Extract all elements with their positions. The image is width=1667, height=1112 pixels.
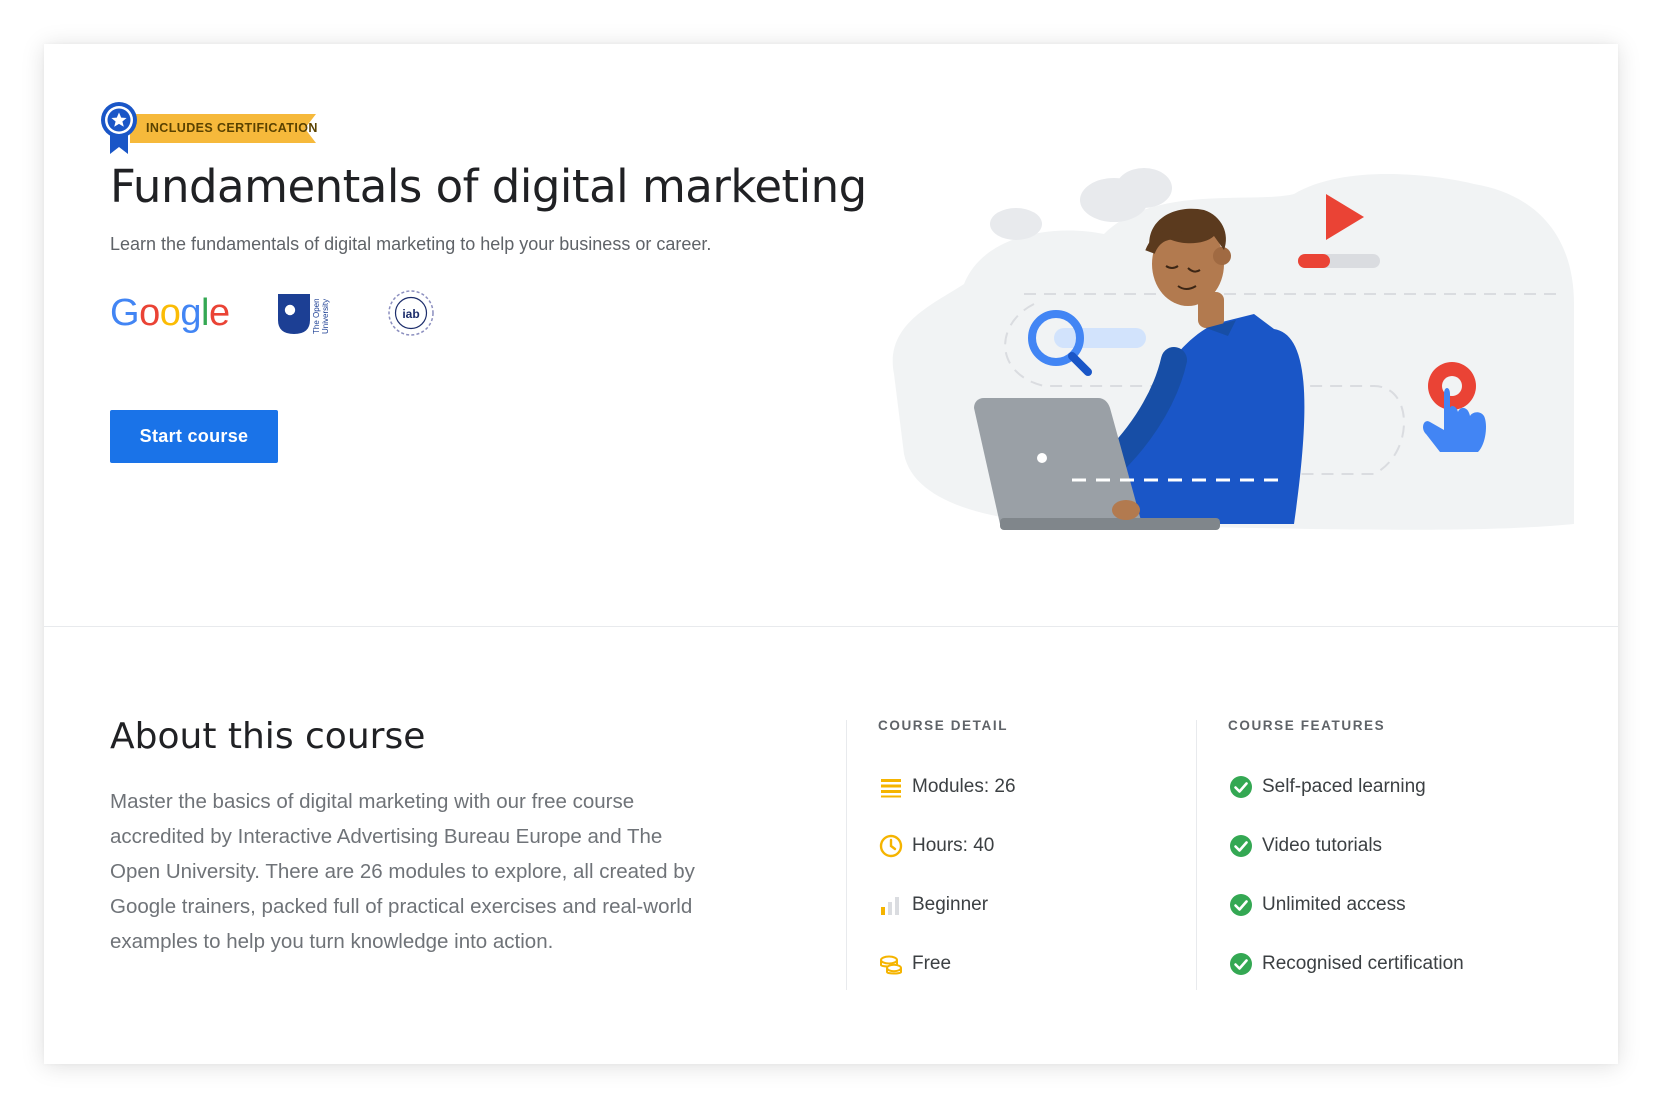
feature-text: Video tutorials xyxy=(1262,835,1383,856)
clock-icon xyxy=(879,834,903,858)
check-circle-icon xyxy=(1230,835,1252,857)
detail-level-text: Beginner xyxy=(912,894,989,915)
detail-modules: Modules: 26 xyxy=(878,772,1016,802)
detail-level: Beginner xyxy=(878,890,988,920)
coins-icon xyxy=(880,955,902,975)
about-heading: About this course xyxy=(110,716,426,757)
iab-logo: iab xyxy=(388,290,434,336)
google-logo-g: G xyxy=(110,292,140,334)
start-course-button[interactable]: Start course xyxy=(110,410,278,463)
detail-hours-text: Hours: 40 xyxy=(912,835,995,856)
google-logo-o2: o xyxy=(159,292,181,334)
hero-illustration xyxy=(892,168,1574,530)
open-university-logo: The Open University xyxy=(278,294,330,334)
feature-recognised-certification: Recognised certification xyxy=(1228,949,1464,979)
feature-video-tutorials: Video tutorials xyxy=(1228,831,1382,861)
ou-logo-text-line2: University xyxy=(321,299,330,334)
check-circle-icon xyxy=(1230,894,1252,916)
course-hero: INCLUDES CERTIFICATION Fundamentals of d… xyxy=(44,44,1618,626)
detail-modules-text: Modules: 26 xyxy=(912,776,1016,797)
course-title: Fundamentals of digital marketing xyxy=(110,160,867,213)
feature-text: Unlimited access xyxy=(1262,894,1406,915)
detail-hours: Hours: 40 xyxy=(878,831,994,861)
partner-logos: Google The Open University iab xyxy=(110,284,470,344)
course-features-label: COURSE FEATURES xyxy=(1228,718,1386,733)
features-column-divider xyxy=(1196,720,1197,990)
google-logo-l: l xyxy=(200,292,209,334)
award-ribbon-icon xyxy=(101,102,137,154)
google-logo-g2: g xyxy=(180,292,201,334)
check-circle-icon xyxy=(1230,953,1252,975)
detail-price-text: Free xyxy=(912,953,952,974)
course-subtitle: Learn the fundamentals of digital market… xyxy=(110,234,712,254)
detail-price: Free xyxy=(878,949,951,979)
certification-badge: INCLUDES CERTIFICATION xyxy=(100,100,330,160)
iab-logo-text: iab xyxy=(402,307,419,321)
modules-list-icon xyxy=(881,779,901,798)
course-detail-label: COURSE DETAIL xyxy=(878,718,1009,733)
google-logo: Google xyxy=(110,292,230,335)
feature-unlimited-access: Unlimited access xyxy=(1228,890,1406,920)
check-circle-icon xyxy=(1230,776,1252,798)
course-card: INCLUDES CERTIFICATION Fundamentals of d… xyxy=(44,44,1618,1064)
google-logo-o1: o xyxy=(139,292,160,334)
feature-text: Self-paced learning xyxy=(1262,776,1426,797)
feature-text: Recognised certification xyxy=(1262,953,1464,974)
level-bars-icon xyxy=(881,897,899,915)
about-description: Master the basics of digital marketing w… xyxy=(110,790,695,953)
ou-logo-text-line1: The Open xyxy=(312,298,321,334)
badge-label: INCLUDES CERTIFICATION xyxy=(146,121,318,135)
feature-self-paced: Self-paced learning xyxy=(1228,772,1426,802)
section-divider xyxy=(44,626,1618,627)
google-logo-e: e xyxy=(208,292,230,334)
details-column-divider xyxy=(846,720,847,990)
